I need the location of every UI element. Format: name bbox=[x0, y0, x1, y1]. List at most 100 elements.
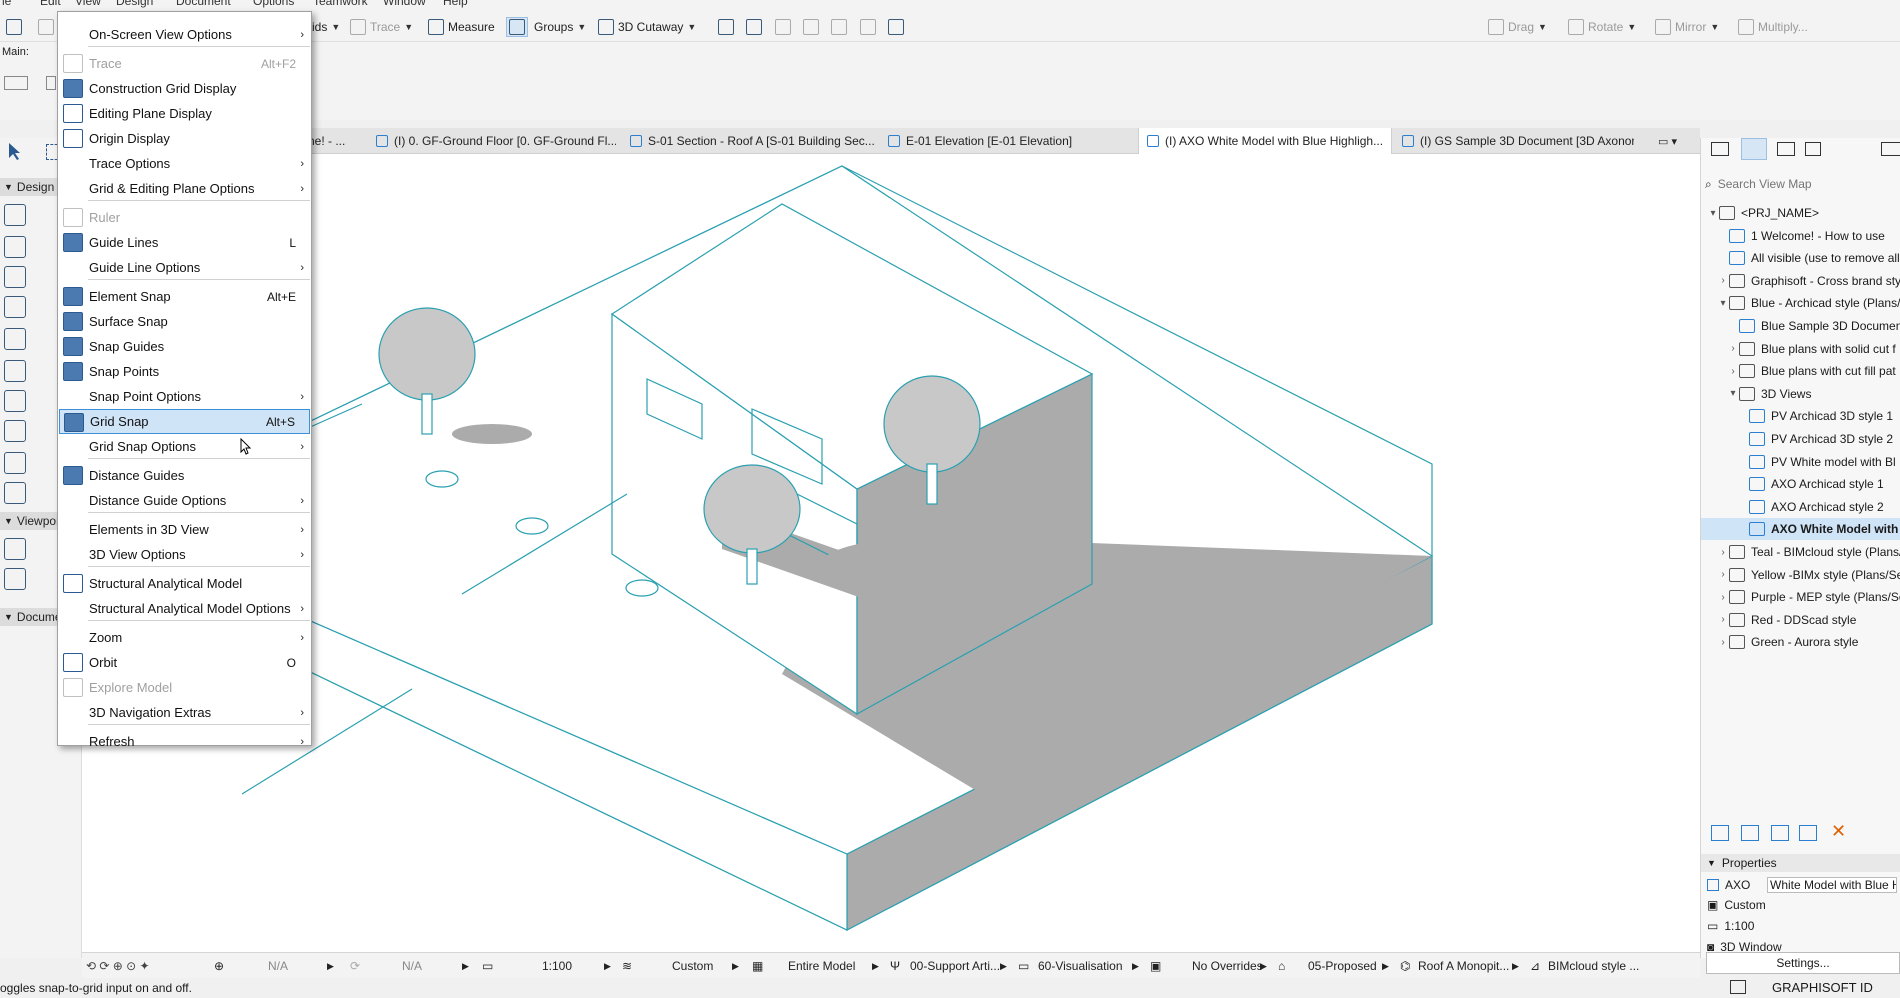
menu-item-zoom[interactable]: Zoom › bbox=[59, 625, 310, 650]
menu-item-guide-lines[interactable]: Guide Lines L bbox=[59, 230, 310, 255]
expand-toggle-icon[interactable]: › bbox=[1727, 343, 1739, 354]
pen-set-field[interactable]: Custom bbox=[672, 958, 713, 974]
view-settings-icon[interactable] bbox=[1799, 825, 1817, 841]
menu-item-grid-snap[interactable]: Grid Snap Alt+S bbox=[59, 409, 310, 434]
expand-toggle-icon[interactable]: ▾ bbox=[1707, 208, 1719, 219]
tab-elevation[interactable]: E-01 Elevation [E-01 Elevation] bbox=[880, 128, 1130, 154]
navigator-item[interactable]: ▾ Blue - Archicad style (Plans/S bbox=[1701, 292, 1900, 314]
navigator-item[interactable]: › Graphisoft - Cross brand sty bbox=[1701, 270, 1900, 292]
drag-button[interactable]: Drag ▼ bbox=[1488, 17, 1547, 37]
navigator-item[interactable]: ▾ <PRJ_NAME> bbox=[1701, 202, 1900, 224]
section-tool-icon[interactable] bbox=[4, 568, 26, 590]
expand-toggle-icon[interactable]: › bbox=[1717, 592, 1729, 603]
elevate-button[interactable] bbox=[888, 17, 904, 37]
adjust-button[interactable] bbox=[746, 17, 762, 37]
ids-button[interactable]: ids ▼ bbox=[312, 17, 340, 37]
menu-item-3d-view-options[interactable]: 3D View Options › bbox=[59, 542, 310, 567]
graphisoft-id-link[interactable]: GRAPHISOFT ID bbox=[1772, 980, 1873, 995]
window-icon[interactable] bbox=[1730, 980, 1746, 994]
split-button[interactable] bbox=[718, 17, 734, 37]
wall-tool-icon[interactable] bbox=[4, 204, 26, 226]
morph-tool-icon[interactable] bbox=[4, 452, 26, 474]
menu-options[interactable]: Options bbox=[253, 0, 294, 8]
selector-icon[interactable] bbox=[46, 76, 56, 90]
rotate-button[interactable]: Rotate ▼ bbox=[1568, 17, 1636, 37]
tab-axo-white-model[interactable]: (I) AXO White Model with Blue Highligh..… bbox=[1138, 128, 1392, 154]
dimension-style-field[interactable]: BIMcloud style ... bbox=[1548, 958, 1639, 974]
clone-view-icon[interactable] bbox=[1741, 825, 1759, 841]
expand-toggle-icon[interactable]: ▾ bbox=[1717, 298, 1729, 309]
menu-item-snap-guides[interactable]: Snap Guides bbox=[59, 334, 310, 359]
3d-cutaway-button[interactable]: 3D Cutaway ▼ bbox=[598, 17, 696, 37]
chevron-right-icon[interactable]: ▶ bbox=[872, 958, 879, 974]
resize-button[interactable] bbox=[860, 17, 876, 37]
groups-dropdown[interactable]: Groups ▼ bbox=[534, 17, 586, 37]
menu-item-element-snap[interactable]: Element Snap Alt+E bbox=[59, 284, 310, 309]
element-type-icon[interactable] bbox=[4, 76, 28, 90]
orbit-icon[interactable]: ⟳ bbox=[350, 958, 360, 974]
navigator-item[interactable]: PV White model with Bl bbox=[1701, 451, 1900, 473]
navigator-item[interactable]: PV Archicad 3D style 2 bbox=[1701, 428, 1900, 450]
menu-item-grid-snap-options[interactable]: Grid Snap Options › bbox=[59, 434, 310, 459]
properties-header[interactable]: ▼ Properties bbox=[1701, 854, 1900, 872]
3d-viewport[interactable] bbox=[82, 154, 1700, 952]
menu-design[interactable]: Design bbox=[116, 0, 153, 8]
zoom-icon[interactable]: ⊕ bbox=[214, 958, 224, 974]
chevron-right-icon[interactable]: ▶ bbox=[604, 958, 611, 974]
menu-window[interactable]: Window bbox=[383, 0, 426, 8]
groups-button[interactable] bbox=[506, 17, 528, 37]
na-field-1[interactable]: N/A bbox=[268, 958, 288, 974]
publisher-icon[interactable] bbox=[1805, 142, 1821, 156]
new-view-icon[interactable] bbox=[1711, 825, 1729, 841]
chevron-right-icon[interactable]: ▶ bbox=[1382, 958, 1389, 974]
settings-button[interactable]: Settings... bbox=[1706, 952, 1900, 974]
menu-item-surface-snap[interactable]: Surface Snap bbox=[59, 309, 310, 334]
chevron-right-icon[interactable]: ▶ bbox=[1000, 958, 1007, 974]
view-id-field[interactable]: AXO bbox=[1725, 878, 1761, 892]
menu-item-on-screen-view-options[interactable]: On-Screen View Options › bbox=[59, 22, 310, 47]
tab-section-roof-a[interactable]: S-01 Section - Roof A [S-01 Building Sec… bbox=[622, 128, 874, 154]
view-name-field[interactable]: White Model with Blue H bbox=[1767, 877, 1897, 893]
menu-item-orbit[interactable]: Orbit O bbox=[59, 650, 310, 675]
navigator-item[interactable]: › Blue plans with solid cut f bbox=[1701, 338, 1900, 360]
menu-view[interactable]: View bbox=[75, 0, 101, 8]
menu-item-distance-guides[interactable]: Distance Guides bbox=[59, 463, 310, 488]
menu-item-elements-in-3d-view[interactable]: Elements in 3D View › bbox=[59, 517, 310, 542]
search-input[interactable] bbox=[1717, 177, 1888, 191]
home-button[interactable] bbox=[6, 17, 22, 37]
object-tool-icon[interactable] bbox=[4, 296, 26, 318]
expand-toggle-icon[interactable]: › bbox=[1717, 569, 1729, 580]
chevron-right-icon[interactable]: ▶ bbox=[1260, 958, 1267, 974]
menu-edit[interactable]: Edit bbox=[40, 0, 61, 8]
menu-item-trace-options[interactable]: Trace Options › bbox=[59, 151, 310, 176]
model-view-field[interactable]: Entire Model bbox=[788, 958, 855, 974]
menu-item-construction-grid-display[interactable]: Construction Grid Display bbox=[59, 76, 310, 101]
navigator-item[interactable]: AXO Archicad style 2 bbox=[1701, 496, 1900, 518]
navigator-item[interactable]: › Red - DDScad style bbox=[1701, 609, 1900, 631]
navigator-menu-icon[interactable] bbox=[1881, 142, 1900, 156]
expand-toggle-icon[interactable]: ▾ bbox=[1727, 388, 1739, 399]
chevron-right-icon[interactable]: ▶ bbox=[462, 958, 469, 974]
navigator-item[interactable]: AXO Archicad style 1 bbox=[1701, 473, 1900, 495]
menu-document[interactable]: Document bbox=[176, 0, 231, 8]
navigator-item[interactable]: AXO White Model with bbox=[1701, 518, 1900, 541]
column-tool-icon[interactable] bbox=[4, 236, 26, 258]
menu-item-distance-guide-options[interactable]: Distance Guide Options › bbox=[59, 488, 310, 513]
menu-item-grid-editing-plane-options[interactable]: Grid & Editing Plane Options › bbox=[59, 176, 310, 201]
roof-field[interactable]: Roof A Monopit... bbox=[1418, 958, 1509, 974]
layout-book-icon[interactable] bbox=[1777, 142, 1795, 156]
menu-item-3d-navigation-extras[interactable]: 3D Navigation Extras › bbox=[59, 700, 310, 725]
multiply-button[interactable]: Multiply... bbox=[1738, 17, 1808, 37]
expand-toggle-icon[interactable]: › bbox=[1717, 614, 1729, 625]
shell-tool-icon[interactable] bbox=[4, 482, 26, 504]
mirror-button[interactable]: Mirror ▼ bbox=[1655, 17, 1719, 37]
navigator-item[interactable]: PV Archicad 3D style 1 bbox=[1701, 405, 1900, 427]
measure-button[interactable]: Measure bbox=[428, 17, 495, 37]
door-tool-icon[interactable] bbox=[4, 266, 26, 288]
tab-gs-sample-3d[interactable]: (I) GS Sample 3D Document [3D Axonom... bbox=[1394, 128, 1634, 154]
menu-item-refresh[interactable]: Refresh › bbox=[59, 729, 310, 754]
tab-ground-floor[interactable]: (I) 0. GF-Ground Floor [0. GF-Ground Fl.… bbox=[368, 128, 616, 154]
visualisation-field[interactable]: 60-Visualisation bbox=[1038, 958, 1123, 974]
stair-tool-icon[interactable] bbox=[4, 360, 26, 382]
na-field-2[interactable]: N/A bbox=[402, 958, 422, 974]
